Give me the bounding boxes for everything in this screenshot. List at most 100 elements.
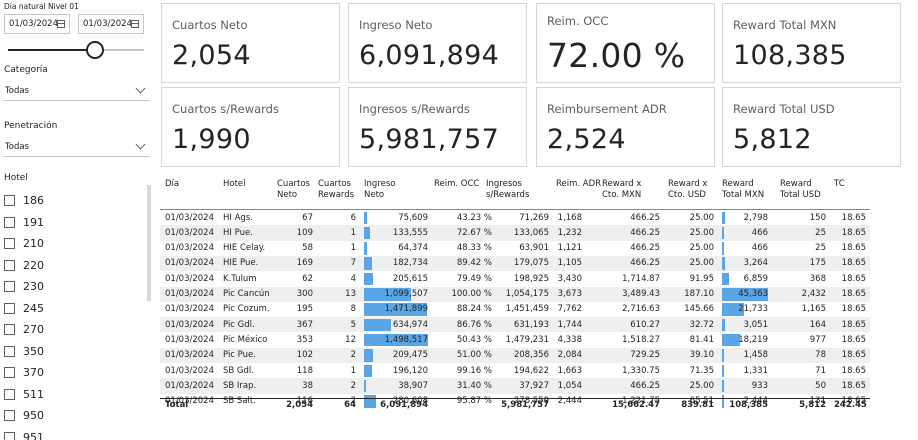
checkbox[interactable] (4, 388, 15, 400)
table-cell: 933 (751, 380, 768, 391)
checkbox[interactable] (4, 216, 15, 228)
table-cell: 1,451,459 (505, 304, 549, 315)
kpi-value: 6,091,894 (359, 40, 500, 71)
table-row[interactable]: 01/03/2024 SB Irap. 38 2 38,907 31.40 % 37,927… (160, 378, 870, 394)
table-cell: 3,051 (743, 319, 768, 330)
hotel-option[interactable]: 511 (4, 384, 144, 406)
column-header[interactable]: Reim. ADR (556, 179, 606, 190)
table-cell: 466.25 (630, 380, 660, 391)
table-cell: 39.10 (689, 350, 714, 361)
table-row[interactable]: 01/03/2024 HIE Pue. 169 7 182,734 89.42 % 179,… (160, 255, 870, 272)
hotel-option[interactable]: 191 (4, 212, 144, 234)
table-cell: 1,663 (557, 365, 582, 376)
hotel-option[interactable]: 950 (4, 405, 144, 427)
table-cell: 25 (815, 243, 826, 254)
table-cell: 8 (350, 304, 356, 315)
column-header[interactable]: Hotel (223, 179, 273, 190)
table-cell: 18.65 (841, 319, 866, 330)
hotel-option-label: 270 (23, 323, 44, 337)
table-row[interactable]: 01/03/2024 K.Tulum 62 4 205,615 79.49 % 198,92… (160, 271, 870, 286)
chevron-down-icon[interactable] (135, 139, 146, 150)
checkbox[interactable] (4, 302, 15, 314)
hotel-option[interactable]: 186 (4, 190, 144, 212)
checkbox[interactable] (4, 259, 15, 271)
hotel-option[interactable]: 245 (4, 298, 144, 320)
column-header[interactable]: Día (165, 179, 215, 190)
column-header[interactable]: Reward x Cto. MXN (602, 179, 652, 201)
hotel-option-label: 951 (23, 430, 44, 440)
column-header[interactable]: Ingresos s/Rewards (486, 179, 546, 201)
table-cell: HI Ags. (223, 212, 253, 223)
table-cell: 368 (809, 273, 826, 284)
categoria-dropdown[interactable]: Todas (4, 82, 150, 101)
hotel-checkbox-list: 186 191 210 220 230 245 270 350 370 511 950 951 (4, 190, 144, 440)
hotel-option[interactable]: 210 (4, 233, 144, 255)
table-row[interactable]: 01/03/2024 SB Gdl. 118 1 196,120 99.16 % 194,6… (160, 363, 870, 378)
column-header[interactable]: Reward Total USD (780, 179, 830, 201)
table-cell: 21,733 (738, 304, 768, 315)
hotel-option[interactable]: 270 (4, 319, 144, 341)
table-cell: 25.00 (689, 227, 714, 238)
table-cell: 196,120 (392, 365, 428, 376)
table-cell: 25.00 (689, 212, 714, 223)
table-row[interactable]: 01/03/2024 Pic Cancún 300 13 1,099,507 100.00… (160, 286, 870, 302)
date-slider-thumb[interactable] (86, 41, 104, 59)
hotel-option[interactable]: 230 (4, 276, 144, 298)
calendar-icon[interactable] (57, 20, 65, 28)
kpi-value: 72.00 % (547, 36, 686, 75)
table-row[interactable]: 01/03/2024 Pic Pue. 102 2 209,475 51.00 % 208,… (160, 347, 870, 363)
column-header[interactable]: Ingreso Neto (364, 179, 414, 201)
kpi-card-cuartos-neto: Cuartos Neto 2,054 (161, 3, 340, 83)
hotel-option[interactable]: 370 (4, 362, 144, 384)
checkbox[interactable] (4, 281, 15, 293)
table-cell: 37,927 (519, 380, 549, 391)
column-header[interactable]: Cuartos Rewards (318, 179, 368, 201)
table-cell: 1,121 (557, 243, 582, 254)
table-row[interactable]: 01/03/2024 HI Ags. 67 6 75,609 43.23 % 71,269 1… (160, 210, 870, 225)
hotel-option-label: 220 (23, 258, 44, 272)
checkbox[interactable] (4, 431, 15, 440)
penetracion-dropdown[interactable]: Todas (4, 138, 150, 157)
table-cell: 25 (815, 227, 826, 238)
hotel-option[interactable]: 951 (4, 427, 144, 440)
hotel-option[interactable]: 350 (4, 341, 144, 363)
table-row[interactable]: 01/03/2024 Pic Gdl. 367 5 634,974 86.76 % 631,… (160, 317, 870, 333)
table-row[interactable]: 01/03/2024 Pic México 353 12 1,498,517 50.43 … (160, 332, 870, 347)
table-cell: 631,193 (513, 319, 549, 330)
table-cell: Pic Gdl. (223, 319, 255, 330)
table-cell: 3,489.43 (622, 289, 660, 299)
column-header[interactable]: TC (834, 179, 884, 190)
checkbox[interactable] (4, 195, 15, 207)
total-cell: 6,091,894 (380, 400, 428, 410)
checkbox[interactable] (4, 367, 15, 379)
checkbox[interactable] (4, 410, 15, 422)
start-date-input[interactable]: 01/03/2024 (4, 14, 70, 34)
table-cell: 78 (815, 350, 826, 361)
column-header[interactable]: Reim. OCC (434, 179, 484, 190)
table-cell: 01/03/2024 (165, 304, 214, 315)
checkbox[interactable] (4, 324, 15, 336)
table-cell: 5 (350, 319, 356, 330)
checkbox[interactable] (4, 345, 15, 357)
end-date-input[interactable]: 01/03/2024 (78, 14, 144, 34)
table-cell: 67 (302, 212, 313, 223)
table-row[interactable]: 01/03/2024 HI Pue. 109 1 133,555 72.67 % 133,0… (160, 225, 870, 241)
kpi-value: 2,524 (547, 124, 626, 155)
checkbox[interactable] (4, 238, 15, 250)
table-row[interactable]: 01/03/2024 Pic Cozum. 195 8 1,471,899 88.24 %… (160, 302, 870, 317)
hotel-option-label: 350 (23, 344, 44, 358)
hotel-list-scrollbar[interactable] (147, 185, 151, 301)
column-header[interactable]: Reward Total MXN (722, 179, 772, 201)
chevron-down-icon[interactable] (135, 83, 146, 94)
table-cell: 1,714.87 (622, 273, 660, 284)
kpi-card-cuartos-s-rewards: Cuartos s/Rewards 1,990 (161, 87, 340, 167)
kpi-value: 1,990 (172, 124, 251, 155)
table-cell: Pic Pue. (223, 350, 256, 361)
table-cell: 133,065 (513, 227, 549, 238)
column-header[interactable]: Reward x Cto. USD (668, 179, 718, 201)
kpi-value: 5,812 (733, 124, 812, 155)
hotel-option[interactable]: 220 (4, 255, 144, 277)
table-cell: 2 (350, 380, 356, 391)
calendar-icon[interactable] (131, 20, 139, 28)
table-row[interactable]: 01/03/2024 HIE Celay. 58 1 64,374 48.33 % 63,9… (160, 241, 870, 256)
